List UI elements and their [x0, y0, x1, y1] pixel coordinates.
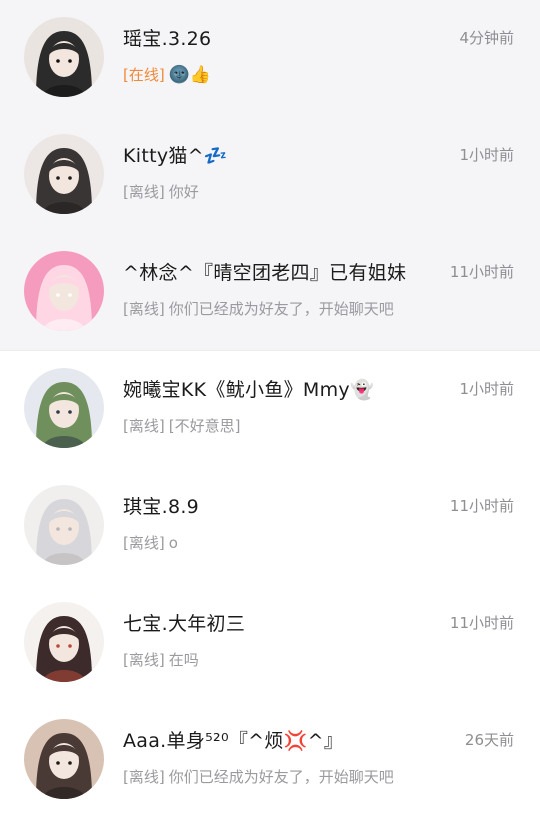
chat-row-6[interactable]: 七宝.大年初三 11小时前 [离线] 在吗 [0, 585, 540, 702]
status-tag: [离线] [123, 300, 165, 318]
avatar-image [24, 368, 104, 448]
message-preview: [离线] 你们已经成为好友了，开始聊天吧 [123, 298, 394, 319]
avatar[interactable] [24, 719, 104, 799]
last-message-time: 11小时前 [449, 614, 514, 632]
contact-name: 婉曦宝KK《鱿小鱼》Mmy👻 [123, 379, 374, 401]
contact-name: 琪宝.8.9 [123, 496, 200, 518]
status-tag: [离线] [123, 183, 165, 201]
last-message-time: 11小时前 [449, 497, 514, 515]
avatar[interactable] [24, 368, 104, 448]
contact-name: 七宝.大年初三 [123, 613, 246, 635]
message-preview: [离线] 你好 [123, 181, 199, 202]
message-preview: [在线] 🌚👍 [123, 64, 211, 85]
message-preview: [离线] 在吗 [123, 649, 199, 670]
avatar-image [24, 602, 104, 682]
status-tag: [离线] [123, 534, 165, 552]
chat-row-4[interactable]: 婉曦宝KK《鱿小鱼》Mmy👻 1小时前 [离线] [不好意思] [0, 351, 540, 468]
message-preview: [离线] 你们已经成为好友了，开始聊天吧 [123, 766, 394, 787]
status-tag: [离线] [123, 417, 165, 435]
chat-list: 瑶宝.3.26 4分钟前 [在线] 🌚👍 Kitty猫^💤 1小时前 [离线] 你好… [0, 0, 540, 836]
last-message-time: 11小时前 [449, 263, 514, 281]
avatar-image [24, 17, 104, 97]
avatar-image [24, 251, 104, 331]
chat-row-3[interactable]: ^林念^『晴空团老四』已有姐妹 11小时前 [离线] 你们已经成为好友了，开始聊天… [0, 234, 540, 351]
message-text: 在吗 [168, 651, 199, 669]
avatar[interactable] [24, 134, 104, 214]
status-tag: [在线] [123, 66, 165, 84]
emoji-sticker: 🌚👍 [168, 65, 212, 85]
avatar-image [24, 485, 104, 565]
avatar-image [24, 134, 104, 214]
avatar[interactable] [24, 602, 104, 682]
message-preview: [离线] o [123, 532, 178, 553]
avatar[interactable] [24, 485, 104, 565]
chat-row-1[interactable]: 瑶宝.3.26 4分钟前 [在线] 🌚👍 [0, 0, 540, 117]
chat-row-2[interactable]: Kitty猫^💤 1小时前 [离线] 你好 [0, 117, 540, 234]
status-tag: [离线] [123, 651, 165, 669]
avatar[interactable] [24, 251, 104, 331]
message-text: 你好 [168, 183, 199, 201]
contact-name: ^林念^『晴空团老四』已有姐妹 [123, 262, 407, 284]
last-message-time: 26天前 [464, 731, 514, 749]
avatar-image [24, 719, 104, 799]
contact-name: Kitty猫^💤 [123, 145, 228, 167]
last-message-time: 1小时前 [459, 380, 514, 398]
last-message-time: 4分钟前 [459, 29, 514, 47]
status-tag: [离线] [123, 768, 165, 786]
message-text: o [168, 534, 178, 552]
chat-row-7[interactable]: Aaa.单身⁵²⁰『^烦💢^』 26天前 [离线] 你们已经成为好友了，开始聊天吧 [0, 702, 540, 819]
chat-row-5[interactable]: 琪宝.8.9 11小时前 [离线] o [0, 468, 540, 585]
last-message-time: 1小时前 [459, 146, 514, 164]
message-text: [不好意思] [168, 417, 241, 435]
message-text: 你们已经成为好友了，开始聊天吧 [168, 300, 394, 318]
message-text: 你们已经成为好友了，开始聊天吧 [168, 768, 394, 786]
contact-name: 瑶宝.3.26 [123, 28, 212, 50]
message-preview: [离线] [不好意思] [123, 415, 240, 436]
avatar[interactable] [24, 17, 104, 97]
contact-name: Aaa.单身⁵²⁰『^烦💢^』 [123, 730, 344, 752]
